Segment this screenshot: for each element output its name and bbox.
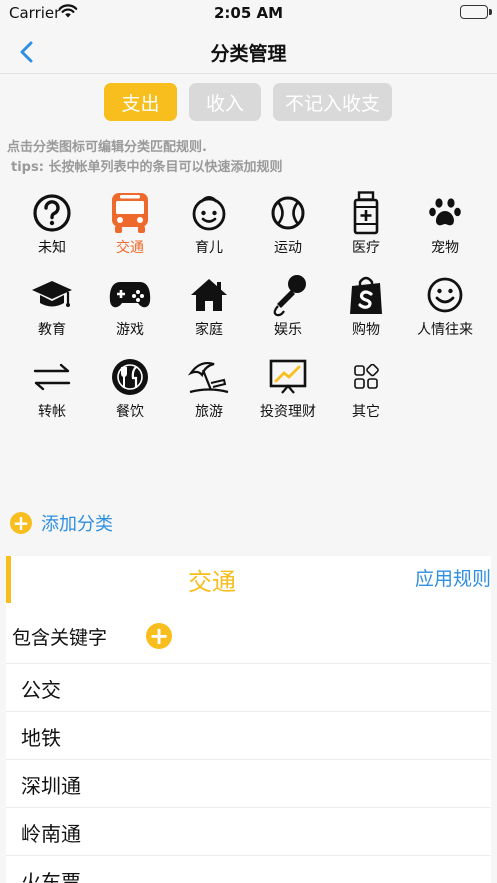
hint-text: 点击分类图标可编辑分类匹配规则. [7,140,207,155]
category-label: 育儿 [195,240,223,256]
plus-icon: + [10,512,32,534]
shopping-bag-icon [350,276,382,314]
category-shopping[interactable]: 购物 [326,273,406,339]
category-travel[interactable]: 旅游 [169,355,249,421]
category-label: 交通 [116,240,144,256]
beach-umbrella-icon [188,361,229,394]
tips-text: tips: 长按帐单列表中的条目可以快速添加规则 [11,160,283,175]
category-sports[interactable]: 运动 [248,191,328,257]
category-label: 宠物 [431,240,459,256]
category-childcare[interactable]: 育儿 [169,191,249,257]
category-investment[interactable]: 投资理财 [248,355,328,421]
category-medical[interactable]: 医疗 [326,191,406,257]
keyword-text: 地铁 [21,726,61,750]
category-label: 运动 [274,240,302,256]
category-label: 医疗 [352,240,380,256]
smile-icon [427,277,463,313]
category-other[interactable]: 其它 [326,355,406,421]
keyword-text: 岭南通 [21,822,81,846]
category-label: 娱乐 [274,322,302,338]
apps-grid-icon [354,364,379,389]
keyword-row[interactable]: 火车票 [6,855,491,883]
add-category-label: 添加分类 [41,514,113,535]
category-entertainment[interactable]: 娱乐 [248,273,328,339]
category-label: 转帐 [38,404,66,420]
transfer-arrows-icon [33,363,71,391]
plus-icon: + [148,622,170,650]
status-bar: Carrier 2:05 AM [0,0,497,28]
graduation-cap-icon [32,281,72,307]
category-unknown[interactable]: 未知 [12,191,92,257]
dining-icon [112,359,148,395]
clock: 2:05 AM [213,4,284,22]
category-label: 未知 [38,240,66,256]
category-label: 游戏 [116,322,144,338]
category-transfer[interactable]: 转帐 [12,355,92,421]
segment-income[interactable]: 收入 [189,83,261,121]
keywords-header: 包含关键字 [12,627,108,649]
investment-chart-icon [269,359,307,394]
category-dining[interactable]: 餐饮 [90,355,170,421]
segment-excluded[interactable]: 不记入收支 [273,83,392,121]
home-icon [191,279,227,311]
add-category-button[interactable]: + 添加分类 [10,510,113,536]
baby-face-icon [192,196,226,231]
question-circle-icon [33,194,71,232]
category-label: 旅游 [195,404,223,420]
category-label: 其它 [352,404,380,420]
category-label: 投资理财 [260,404,316,420]
paw-icon [429,198,461,226]
navigation-bar: 分类管理 [0,28,497,74]
category-label: 家庭 [195,322,223,338]
keyword-text: 火车票 [21,870,81,883]
battery-icon [460,5,492,19]
rule-panel: 交通 应用规则 包含关键字 + 公交 地铁 深圳通 岭南通 火车票 [6,556,491,883]
apply-rules-button[interactable]: 应用规则 [415,564,491,591]
gamepad-icon [109,282,151,308]
bus-icon [112,193,148,233]
keyword-text: 深圳通 [21,774,81,798]
category-education[interactable]: 教育 [12,273,92,339]
medicine-bottle-icon [353,191,379,235]
category-pets[interactable]: 宠物 [405,191,485,257]
category-home[interactable]: 家庭 [169,273,249,339]
keyword-row[interactable]: 岭南通 [6,807,491,854]
keyword-row[interactable]: 地铁 [6,711,491,758]
tennis-ball-icon [271,196,305,230]
category-label: 教育 [38,322,66,338]
keyword-text: 公交 [21,678,61,702]
microphone-icon [273,275,306,317]
category-label: 餐饮 [116,404,144,420]
keyword-row[interactable]: 深圳通 [6,759,491,806]
category-label: 人情往来 [417,322,473,338]
category-games[interactable]: 游戏 [90,273,170,339]
category-label: 购物 [352,322,380,338]
category-transport[interactable]: 交通 [90,191,170,257]
page-title: 分类管理 [210,43,287,65]
category-social-gifts[interactable]: 人情往来 [405,273,485,339]
panel-title: 交通 [188,568,236,596]
keyword-row[interactable]: 公交 [6,663,491,710]
segment-expense[interactable]: 支出 [104,83,177,121]
add-keyword-button[interactable]: + [146,623,172,649]
